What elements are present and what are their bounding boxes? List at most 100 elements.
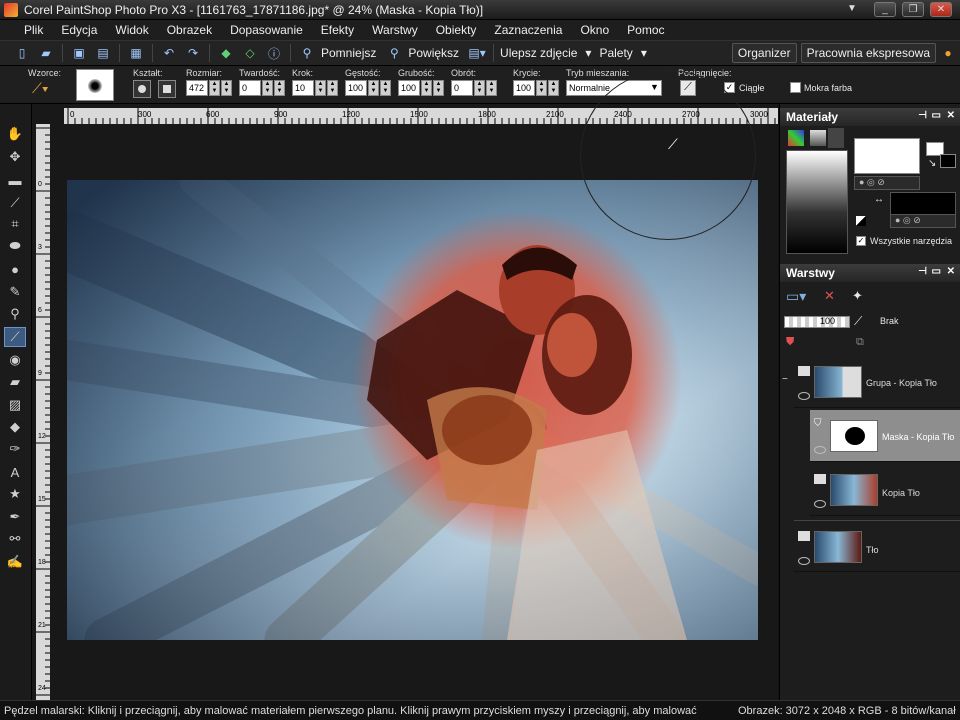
rotation-spinner[interactable]: ▲ ▼: [474, 80, 485, 96]
swap-colors-icon[interactable]: ↘: [928, 158, 936, 169]
save-as-icon[interactable]: ▤: [94, 44, 112, 62]
menu-image[interactable]: Obrazek: [167, 23, 212, 37]
red-eye-tool-icon[interactable]: ●: [4, 259, 26, 279]
color-tab-icon[interactable]: [788, 130, 804, 146]
background-eraser-icon[interactable]: ▨: [4, 395, 26, 415]
pages-icon[interactable]: ▤▾: [468, 44, 486, 62]
step-spinner[interactable]: ▲ ▼: [315, 80, 326, 96]
close-icon[interactable]: ✕: [947, 110, 955, 121]
thickness-slider-button[interactable]: ▲ ▼: [433, 80, 444, 96]
visibility-eye-icon[interactable]: [798, 557, 810, 565]
opacity-input[interactable]: 100: [513, 80, 535, 96]
rotation-slider-button[interactable]: ▲ ▼: [486, 80, 497, 96]
zoom-in-icon[interactable]: ⚲: [385, 44, 403, 62]
workspace-icon[interactable]: ●: [939, 44, 957, 62]
pin-icon[interactable]: ⊣: [918, 110, 927, 121]
enhance-photo-menu[interactable]: Ulepsz zdjęcie: [500, 46, 577, 60]
enhance-chevron-icon[interactable]: ▾: [585, 46, 591, 60]
collapse-icon[interactable]: −: [782, 374, 788, 385]
image-canvas[interactable]: [67, 180, 758, 640]
wet-paint-checkbox[interactable]: [790, 82, 801, 93]
warp-brush-icon[interactable]: ⚯: [4, 529, 26, 549]
menu-help[interactable]: Pomoc: [627, 23, 664, 37]
import-icon[interactable]: ◆: [217, 44, 235, 62]
zoom-in-button[interactable]: Powiększ: [408, 46, 459, 60]
pattern-tab-icon[interactable]: [828, 128, 844, 148]
thickness-input[interactable]: 100: [398, 80, 420, 96]
blend-brush-icon[interactable]: ⟋: [854, 314, 862, 329]
maximize-button[interactable]: ❐: [902, 2, 924, 17]
palettes-menu[interactable]: Palety: [599, 46, 632, 60]
save-icon[interactable]: ▣: [70, 44, 88, 62]
vertical-ruler[interactable]: 0369121518212427: [36, 124, 50, 700]
thickness-spinner[interactable]: ▲ ▼: [421, 80, 432, 96]
menu-selections[interactable]: Zaznaczenia: [494, 23, 562, 37]
menu-objects[interactable]: Obiekty: [436, 23, 477, 37]
link-icon[interactable]: ⧉: [856, 336, 864, 349]
color-changer-icon[interactable]: ✑: [4, 439, 26, 459]
step-slider-button[interactable]: ▲ ▼: [327, 80, 338, 96]
menu-view[interactable]: Widok: [115, 23, 148, 37]
layers-pin-icon[interactable]: ⊣: [918, 266, 927, 277]
pen-tool-icon[interactable]: ✒: [4, 507, 26, 527]
paint-brush-tool-icon[interactable]: ⟋: [4, 327, 26, 347]
square-shape-button[interactable]: [158, 80, 176, 98]
swap-materials-icon[interactable]: ↔: [874, 194, 884, 205]
new-file-icon[interactable]: ▯: [13, 44, 31, 62]
visibility-eye-icon[interactable]: [814, 500, 826, 508]
express-lab-button[interactable]: Pracownia ekspresowa: [800, 43, 936, 63]
menu-edit[interactable]: Edycja: [61, 23, 97, 37]
menu-effects[interactable]: Efekty: [321, 23, 354, 37]
fill-tool-icon[interactable]: ◆: [4, 417, 26, 437]
move-tool-icon[interactable]: ✥: [4, 147, 26, 167]
grayscale-picker[interactable]: [786, 150, 848, 254]
size-input[interactable]: 472: [186, 80, 208, 96]
dodge-tool-icon[interactable]: ◉: [4, 350, 26, 370]
default-colors-icon[interactable]: [856, 216, 866, 226]
swatch-tab-icon[interactable]: [810, 130, 826, 146]
layer-row-mask[interactable]: ⛉ Maska - Kopia Tło: [810, 410, 960, 462]
clone-tool-icon[interactable]: ⚲: [4, 304, 26, 324]
layer-opacity-slider[interactable]: [784, 316, 850, 328]
all-tools-checkbox[interactable]: ✓: [856, 236, 866, 246]
straighten-tool-icon[interactable]: ⬬: [4, 236, 26, 256]
hardness-spinner[interactable]: ▲ ▼: [262, 80, 273, 96]
restore-icon[interactable]: ▭: [932, 110, 941, 121]
print-icon[interactable]: ▦: [127, 44, 145, 62]
window-menu-button[interactable]: ▼: [844, 2, 860, 17]
selection-tool-icon[interactable]: ▬: [4, 170, 26, 190]
lock-icon[interactable]: ⛊: [786, 336, 794, 349]
rotation-input[interactable]: 0: [451, 80, 473, 96]
new-layer-icon[interactable]: ▭▾: [786, 288, 806, 305]
zoom-out-button[interactable]: Pomniejsz: [321, 46, 376, 60]
layer-blend-mode[interactable]: Brak: [880, 316, 899, 326]
visibility-eye-icon[interactable]: [798, 392, 810, 400]
info-icon[interactable]: ⓘ: [265, 44, 283, 62]
eyedropper-tool-icon[interactable]: ⟋: [4, 193, 26, 213]
opacity-slider-button[interactable]: ▲ ▼: [548, 80, 559, 96]
layer-row-copy[interactable]: Kopia Tło: [810, 464, 960, 516]
art-media-tool-icon[interactable]: ✍: [4, 552, 26, 572]
export-icon[interactable]: ◇: [241, 44, 259, 62]
step-input[interactable]: 10: [292, 80, 314, 96]
layers-restore-icon[interactable]: ▭: [932, 266, 941, 277]
foreground-style-buttons[interactable]: ● ◎ ⊘: [854, 176, 920, 190]
opacity-spinner[interactable]: ▲ ▼: [536, 80, 547, 96]
background-style-buttons[interactable]: ● ◎ ⊘: [890, 214, 956, 228]
zoom-out-icon[interactable]: ⚲: [298, 44, 316, 62]
redo-icon[interactable]: ↷: [184, 44, 202, 62]
brush-preset-icon[interactable]: ⟋▾: [32, 80, 54, 98]
menu-adjust[interactable]: Dopasowanie: [230, 23, 303, 37]
palettes-chevron-icon[interactable]: ▾: [641, 46, 647, 60]
text-tool-icon[interactable]: A: [4, 462, 26, 482]
menu-window[interactable]: Okno: [580, 23, 609, 37]
minimize-button[interactable]: _: [874, 2, 896, 17]
crop-tool-icon[interactable]: ⌗: [4, 214, 26, 234]
round-shape-button[interactable]: [133, 80, 151, 98]
makeover-tool-icon[interactable]: ✎: [4, 282, 26, 302]
pan-tool-icon[interactable]: ✋: [4, 124, 26, 144]
hardness-input[interactable]: 0: [239, 80, 261, 96]
organizer-button[interactable]: Organizer: [731, 43, 797, 63]
menu-file[interactable]: Plik: [24, 23, 43, 37]
background-small-swatch[interactable]: [940, 154, 956, 168]
